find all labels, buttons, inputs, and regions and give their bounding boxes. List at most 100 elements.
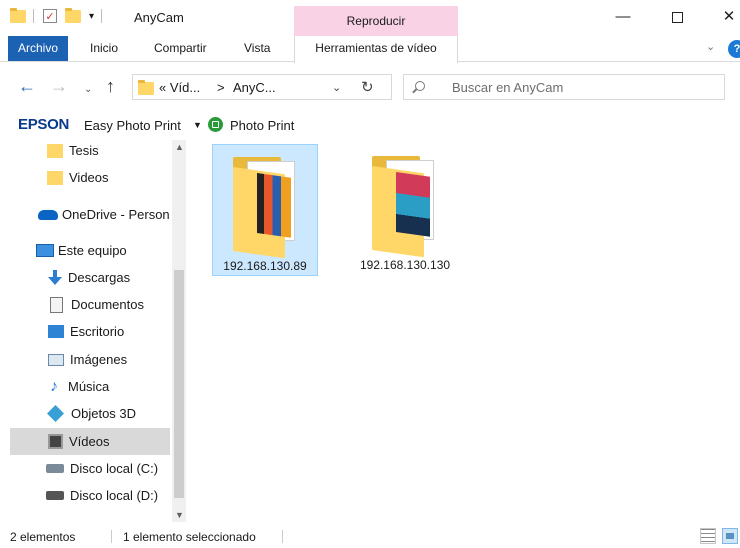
easy-photo-print-dropdown-icon[interactable]: ▼ <box>193 120 202 130</box>
drive-icon <box>46 491 64 500</box>
nav-item-tesis[interactable]: Tesis <box>10 137 170 164</box>
separator <box>101 9 103 23</box>
selection-count: 1 elemento seleccionado <box>123 530 256 544</box>
nav-item-label: OneDrive - Person <box>62 207 170 222</box>
nav-item-label: Videos <box>69 170 109 185</box>
back-button[interactable]: ← <box>18 76 36 96</box>
separator <box>282 530 283 543</box>
tab-inicio[interactable]: Inicio <box>82 36 126 61</box>
ribbon-tabs: Archivo Inicio Compartir Vista Herramien… <box>0 36 740 63</box>
minimize-button[interactable]: — <box>600 0 646 36</box>
new-folder-icon[interactable] <box>65 7 81 23</box>
maximize-button[interactable] <box>654 0 700 36</box>
tab-archivo[interactable]: Archivo <box>8 36 69 61</box>
3d-objects-icon <box>47 405 64 422</box>
photo-print-button[interactable]: Photo Print <box>230 118 294 133</box>
nav-item-descargas[interactable]: Descargas <box>10 264 170 291</box>
maximize-icon <box>671 11 683 23</box>
nav-item-videos-folder[interactable]: Videos <box>10 164 170 191</box>
nav-item-videos[interactable]: Vídeos <box>10 428 170 455</box>
nav-item-documentos[interactable]: Documentos <box>10 291 170 318</box>
status-bar: 2 elementos 1 elemento seleccionado <box>0 524 740 548</box>
nav-item-onedrive[interactable]: OneDrive - Person <box>10 201 170 228</box>
scroll-down-icon[interactable]: ▼ <box>175 510 184 520</box>
title-bar: ✓ ▾ AnyCam Reproducir — ✕ <box>0 0 740 36</box>
search-icon <box>415 81 425 91</box>
pictures-icon <box>48 353 64 366</box>
separator <box>111 530 112 543</box>
properties-icon[interactable]: ✓ <box>43 9 57 23</box>
nav-item-label: Vídeos <box>69 434 110 449</box>
navigation-pane: Tesis Videos OneDrive - Person Este equi… <box>0 140 186 522</box>
computer-icon <box>36 244 54 257</box>
nav-item-escritorio[interactable]: Escritorio <box>10 318 170 345</box>
item-count: 2 elementos <box>10 530 76 544</box>
navigation-bar: ← → ⌄ ↑ « Víd... > AnyC... ⌄ ↻ Buscar en… <box>0 70 740 106</box>
forward-button[interactable]: → <box>50 76 68 96</box>
nav-pane-scrollbar[interactable]: ▲ ▼ <box>172 140 186 522</box>
help-icon[interactable]: ? <box>728 40 740 58</box>
nav-item-label: Este equipo <box>58 243 127 258</box>
nav-item-label: Descargas <box>68 270 131 285</box>
close-button[interactable]: ✕ <box>706 0 740 36</box>
nav-item-label: Disco local (C:) <box>70 461 159 476</box>
nav-item-label: Documentos <box>71 297 144 312</box>
folder-icon <box>47 143 63 158</box>
videos-icon <box>48 434 63 449</box>
separator <box>33 9 34 23</box>
nav-item-este-equipo[interactable]: Este equipo <box>10 237 170 264</box>
search-placeholder: Buscar en AnyCam <box>452 80 564 95</box>
nav-item-disco-c[interactable]: Disco local (C:) <box>10 455 170 482</box>
details-view-icon[interactable] <box>700 528 716 544</box>
folder-icon <box>47 170 63 185</box>
folder-thumbnail-icon <box>372 154 438 258</box>
customize-quick-access-icon[interactable]: ▾ <box>89 11 94 22</box>
nav-item-imagenes[interactable]: Imágenes <box>10 346 170 373</box>
epson-logo: EPSON <box>18 116 70 133</box>
nav-item-label: Imágenes <box>70 352 128 367</box>
folder-icon <box>10 7 26 23</box>
breadcrumb-separator[interactable]: > <box>217 80 225 95</box>
quick-access-toolbar: ✓ ▾ <box>10 7 109 23</box>
file-name: 192.168.130.130 <box>359 258 451 272</box>
address-bar[interactable]: « Víd... > AnyC... ⌄ ↻ <box>132 74 392 100</box>
window-title: AnyCam <box>134 10 184 25</box>
breadcrumb-anycam[interactable]: AnyC... <box>233 80 276 95</box>
music-icon: ♪ <box>50 377 58 395</box>
up-button[interactable]: ↑ <box>106 76 115 96</box>
search-box[interactable]: Buscar en AnyCam <box>403 74 725 100</box>
epson-toolbar: EPSON Easy Photo Print ▼ Photo Print <box>0 115 740 137</box>
expand-ribbon-icon[interactable]: ⌄ <box>706 40 715 53</box>
drive-icon <box>46 464 64 473</box>
nav-item-label: Objetos 3D <box>71 406 137 421</box>
nav-item-label: Disco local (D:) <box>70 488 159 503</box>
onedrive-icon <box>38 209 58 220</box>
file-name: 192.168.130.89 <box>223 259 307 273</box>
large-icons-view-icon[interactable] <box>722 528 738 544</box>
address-dropdown-icon[interactable]: ⌄ <box>332 81 341 94</box>
photo-print-icon <box>208 117 223 132</box>
nav-item-objetos-3d[interactable]: Objetos 3D <box>10 400 170 427</box>
tab-herramientas-de-video[interactable]: Herramientas de vídeo <box>294 36 458 63</box>
downloads-icon <box>48 270 62 285</box>
folder-icon <box>138 80 154 95</box>
refresh-icon[interactable]: ↻ <box>361 78 374 96</box>
nav-item-musica[interactable]: ♪ Música <box>10 373 170 400</box>
easy-photo-print-button[interactable]: Easy Photo Print <box>84 118 181 133</box>
tab-compartir[interactable]: Compartir <box>146 36 215 61</box>
nav-item-label: Tesis <box>69 143 99 158</box>
documents-icon <box>50 296 63 313</box>
scroll-up-icon[interactable]: ▲ <box>175 142 184 152</box>
scrollbar-thumb[interactable] <box>174 270 184 498</box>
file-item[interactable]: 192.168.130.130 <box>352 144 458 276</box>
recent-locations-button[interactable]: ⌄ <box>84 80 92 100</box>
contextual-group-label: Reproducir <box>294 6 458 36</box>
breadcrumb-videos[interactable]: « Víd... <box>159 80 200 95</box>
nav-item-label: Música <box>68 379 110 394</box>
desktop-icon <box>48 325 64 338</box>
tab-vista[interactable]: Vista <box>236 36 278 61</box>
file-item[interactable]: 192.168.130.89 <box>212 144 318 276</box>
nav-item-disco-d[interactable]: Disco local (D:) <box>10 482 170 509</box>
folder-thumbnail-icon <box>233 155 299 259</box>
file-view: 192.168.130.89 192.168.130.130 <box>188 140 740 522</box>
